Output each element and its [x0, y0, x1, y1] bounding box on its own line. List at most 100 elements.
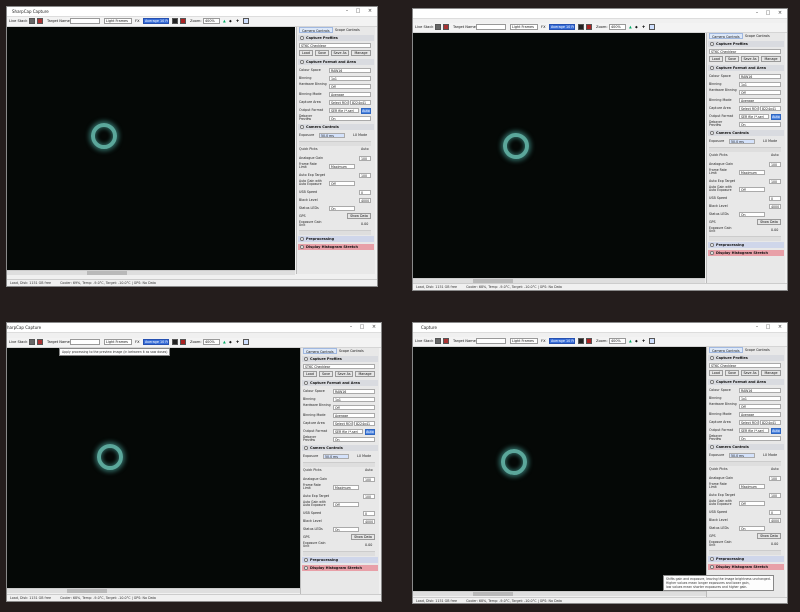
hardware-binning-select[interactable]: Off: [739, 90, 781, 95]
frame-mode-select[interactable]: Light Frames: [510, 338, 538, 344]
section-capture-profiles[interactable]: Capture Profiles: [708, 41, 784, 47]
output-format-select[interactable]: SER file (*.ser): [333, 429, 363, 434]
maximize-icon[interactable]: □: [764, 324, 772, 331]
capture-size-select[interactable]: 8224x41: [354, 421, 375, 426]
average-frames-select[interactable]: Average 10 Frames: [143, 18, 169, 24]
load-button[interactable]: Load: [709, 56, 723, 62]
gain-unit-slider[interactable]: [709, 236, 781, 241]
minimize-icon[interactable]: –: [753, 10, 761, 17]
live-stack-button[interactable]: Live Stack: [9, 339, 27, 345]
status-leds-select[interactable]: On: [739, 526, 765, 531]
manage-button[interactable]: Manage: [355, 371, 375, 377]
auto-exp-target-input[interactable]: 100: [769, 493, 781, 498]
auto-checkbox[interactable]: Auto: [361, 146, 369, 153]
color-icon[interactable]: [180, 18, 186, 24]
settings-icon[interactable]: [243, 339, 249, 345]
tab-camera-controls[interactable]: Camera Controls: [709, 33, 743, 39]
binning-select[interactable]: 1x1: [333, 397, 375, 402]
show-data-button[interactable]: Show Data: [757, 219, 781, 225]
section-preprocessing[interactable]: Preprocessing: [302, 557, 378, 563]
gear-icon[interactable]: [29, 18, 35, 24]
settings-icon[interactable]: [649, 24, 655, 30]
minimize-icon[interactable]: –: [343, 8, 351, 15]
preview-area[interactable]: [413, 347, 707, 591]
debayer-select[interactable]: On: [329, 116, 371, 121]
maximize-icon[interactable]: □: [354, 8, 362, 15]
section-display-histogram[interactable]: Display Histogram Stretch: [302, 565, 378, 571]
load-button[interactable]: Load: [299, 50, 313, 56]
exposure-input[interactable]: 50.0 ms: [729, 139, 755, 144]
capture-size-select[interactable]: 8224x41: [350, 100, 371, 105]
analogue-gain-input[interactable]: 100: [359, 156, 371, 161]
save-button[interactable]: Save: [725, 56, 739, 62]
auto-gain-select[interactable]: Off: [739, 187, 765, 192]
average-frames-select[interactable]: Average 10 Frames: [549, 338, 575, 344]
target-name-input[interactable]: [476, 24, 506, 30]
section-capture-profiles[interactable]: Capture Profiles: [298, 35, 374, 41]
crosshair-icon[interactable]: ✚: [642, 338, 645, 344]
profile-select[interactable]: ST6C Checklear: [709, 363, 781, 368]
show-data-button[interactable]: Show Data: [351, 534, 375, 540]
frame-rate-select[interactable]: Maximum: [739, 170, 765, 175]
zoom-in-icon[interactable]: ▲: [223, 339, 226, 345]
select-roi-select[interactable]: Select ROI: [333, 421, 353, 426]
auto-checkbox[interactable]: Auto: [771, 152, 779, 159]
binning-select[interactable]: 1x1: [739, 396, 781, 401]
maximize-icon[interactable]: □: [358, 324, 366, 331]
minimize-icon[interactable]: –: [753, 324, 761, 331]
save-as-button[interactable]: Save As: [335, 371, 353, 377]
zoom-in-icon[interactable]: ▲: [223, 18, 226, 24]
section-capture-format[interactable]: Capture Format and Area: [302, 380, 378, 386]
live-stack-button[interactable]: Live Stack: [415, 24, 433, 30]
load-button[interactable]: Load: [303, 371, 317, 377]
preview-scrollbar[interactable]: [7, 588, 301, 593]
auto-button[interactable]: Auto: [361, 107, 371, 114]
lx-mode-checkbox[interactable]: LX Mode: [353, 132, 367, 139]
crosshair-icon[interactable]: ✚: [236, 339, 239, 345]
binning-select[interactable]: 1x1: [739, 82, 781, 87]
auto-button[interactable]: Auto: [771, 113, 781, 120]
average-frames-select[interactable]: Average 10 Frames: [549, 24, 575, 30]
tab-camera-controls[interactable]: Camera Controls: [303, 348, 337, 354]
binning-select[interactable]: 1x1: [329, 76, 371, 81]
tab-scope-controls[interactable]: Scope Controls: [743, 347, 772, 353]
binning-mode-select[interactable]: Average: [329, 92, 371, 97]
status-leds-select[interactable]: On: [329, 206, 355, 211]
histogram-icon[interactable]: [578, 24, 584, 30]
tab-camera-controls[interactable]: Camera Controls: [299, 27, 333, 33]
close-icon[interactable]: ×: [776, 10, 784, 17]
title-bar[interactable]: Capture – □ ×: [413, 323, 787, 333]
zoom-in-icon[interactable]: ▲: [629, 338, 632, 344]
section-capture-format[interactable]: Capture Format and Area: [708, 65, 784, 71]
colour-space-select[interactable]: RAW16: [739, 74, 781, 79]
color-icon[interactable]: [586, 24, 592, 30]
save-as-button[interactable]: Save As: [331, 50, 349, 56]
hardware-binning-select[interactable]: Off: [329, 84, 371, 89]
preview-area[interactable]: [413, 33, 705, 278]
binning-mode-select[interactable]: Average: [739, 412, 781, 417]
black-level-input[interactable]: 4000: [363, 519, 375, 524]
histogram-icon[interactable]: [578, 338, 584, 344]
section-display-histogram[interactable]: Display Histogram Stretch: [708, 250, 784, 256]
save-button[interactable]: Save: [315, 50, 329, 56]
lx-mode-checkbox[interactable]: LX Mode: [357, 453, 371, 460]
manage-button[interactable]: Manage: [351, 50, 371, 56]
section-preprocessing[interactable]: Preprocessing: [708, 556, 784, 562]
target-name-input[interactable]: [476, 338, 506, 344]
select-roi-select[interactable]: Select ROI: [739, 420, 759, 425]
capture-size-select[interactable]: 8224x41: [760, 106, 781, 111]
binning-mode-select[interactable]: Average: [333, 413, 375, 418]
lx-mode-checkbox[interactable]: LX Mode: [763, 138, 777, 145]
live-stack-button[interactable]: Live Stack: [415, 338, 433, 344]
show-data-button[interactable]: Show Data: [347, 213, 371, 219]
hardware-binning-select[interactable]: Off: [739, 404, 781, 409]
auto-exp-target-input[interactable]: 100: [769, 179, 781, 184]
record-icon[interactable]: [37, 339, 43, 345]
section-capture-profiles[interactable]: Capture Profiles: [708, 355, 784, 361]
record-icon[interactable]: [37, 18, 43, 24]
average-frames-select[interactable]: Average 10 Frames: [143, 339, 169, 345]
zoom-out-icon[interactable]: ◆: [229, 18, 232, 24]
save-as-button[interactable]: Save As: [741, 56, 759, 62]
zoom-out-icon[interactable]: ◆: [635, 338, 638, 344]
zoom-select[interactable]: 400%: [203, 18, 220, 24]
